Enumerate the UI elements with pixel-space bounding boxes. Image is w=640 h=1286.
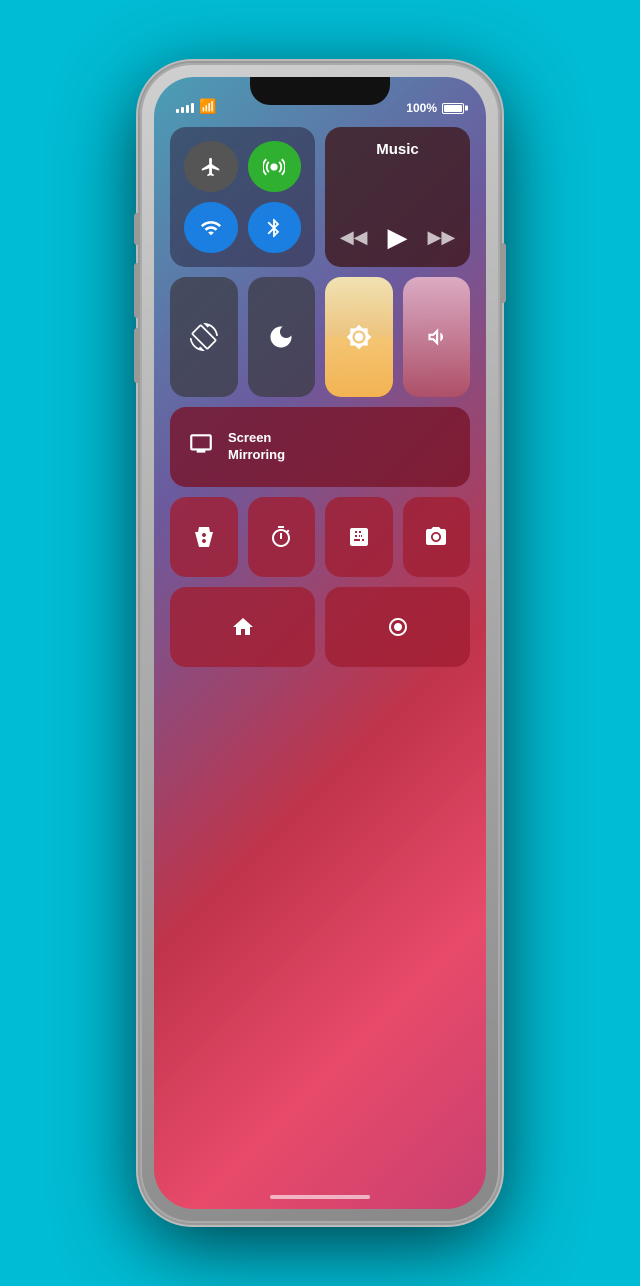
wifi-button[interactable] [184, 202, 238, 253]
control-center: Music ◀◀ ▶ ▶▶ [170, 127, 470, 667]
volume-slider[interactable] [403, 277, 471, 397]
music-controls: ◀◀ ▶ ▶▶ [339, 222, 456, 253]
timer-button[interactable] [248, 497, 316, 577]
row-screen-mirroring: Screen Mirroring [170, 407, 470, 487]
phone-screen: 📶 100% [154, 77, 486, 1209]
signal-bar-3 [186, 105, 189, 113]
music-prev-button[interactable]: ◀◀ [340, 227, 368, 248]
wifi-status-icon: 📶 [199, 98, 216, 115]
calculator-button[interactable] [325, 497, 393, 577]
screen-mirroring-label: Screen Mirroring [228, 430, 285, 464]
music-play-button[interactable]: ▶ [388, 222, 408, 253]
status-right: 100% [406, 101, 464, 115]
row-connectivity-music: Music ◀◀ ▶ ▶▶ [170, 127, 470, 267]
rotation-lock-button[interactable] [170, 277, 238, 397]
camera-button[interactable] [403, 497, 471, 577]
battery-fill [444, 105, 462, 112]
power-button[interactable] [500, 243, 506, 303]
phone-frame: 📶 100% [140, 63, 500, 1223]
battery-percent-label: 100% [406, 101, 437, 115]
status-left: 📶 [176, 98, 216, 115]
screen-mirror-icon [188, 431, 214, 463]
music-next-button[interactable]: ▶▶ [428, 227, 456, 248]
connectivity-grid [170, 127, 315, 267]
mute-switch[interactable] [134, 213, 140, 245]
row-toggles-sliders [170, 277, 470, 397]
signal-bars [176, 101, 194, 113]
signal-bar-4 [191, 103, 194, 113]
volume-down-button[interactable] [134, 328, 140, 383]
volume-up-button[interactable] [134, 263, 140, 318]
notch [250, 77, 390, 105]
signal-bar-2 [181, 107, 184, 113]
brightness-slider[interactable] [325, 277, 393, 397]
home-button[interactable] [170, 587, 315, 667]
screen-record-button[interactable] [325, 587, 470, 667]
screen-mirroring-button[interactable]: Screen Mirroring [170, 407, 470, 487]
torch-button[interactable] [170, 497, 238, 577]
music-widget: Music ◀◀ ▶ ▶▶ [325, 127, 470, 267]
row-home-record [170, 587, 470, 667]
battery-body [442, 103, 464, 114]
battery-icon [442, 103, 464, 114]
do-not-disturb-button[interactable] [248, 277, 316, 397]
signal-bar-1 [176, 109, 179, 113]
airplane-mode-button[interactable] [184, 141, 238, 192]
music-title: Music [339, 141, 456, 158]
bluetooth-button[interactable] [248, 202, 302, 253]
row-utilities [170, 497, 470, 577]
home-indicator [270, 1195, 370, 1199]
cellular-button[interactable] [248, 141, 302, 192]
